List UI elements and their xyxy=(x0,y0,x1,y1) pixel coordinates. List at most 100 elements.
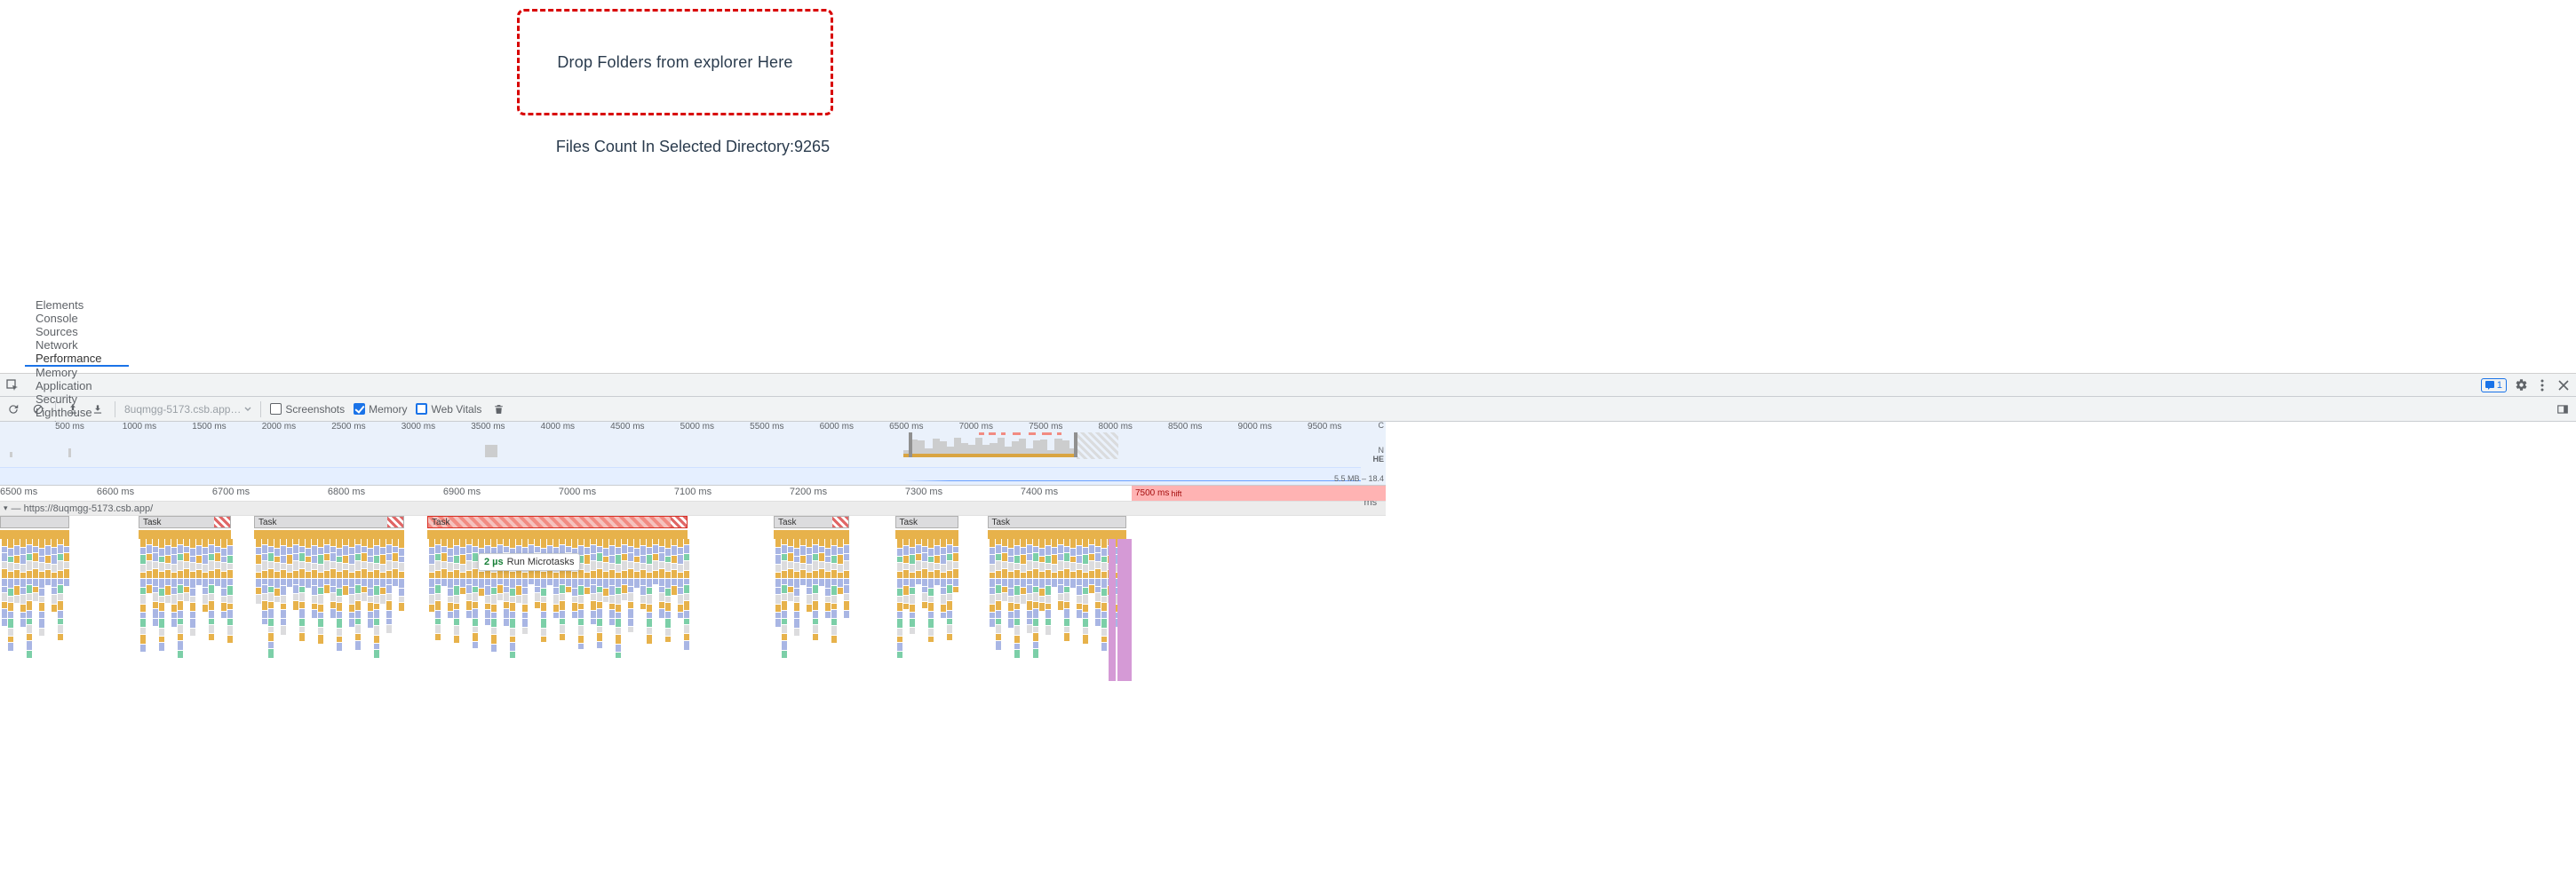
task-segment[interactable]: Task xyxy=(139,516,231,528)
flame-column[interactable] xyxy=(788,539,793,602)
flame-column[interactable] xyxy=(312,539,317,619)
flame-column[interactable] xyxy=(184,539,189,602)
flame-column[interactable] xyxy=(374,539,379,659)
flame-column[interactable] xyxy=(45,539,51,586)
profile-source-dropdown[interactable]: 8uqmgg-5173.csb.app… xyxy=(124,403,251,416)
flame-column[interactable] xyxy=(299,539,305,642)
tab-console[interactable]: Console xyxy=(25,312,129,325)
flame-column[interactable] xyxy=(380,539,386,605)
flame-column[interactable] xyxy=(355,539,361,651)
flame-column[interactable] xyxy=(268,539,274,659)
tab-elements[interactable]: Elements xyxy=(25,298,129,312)
tab-security[interactable]: Security xyxy=(25,392,129,406)
flame-column[interactable] xyxy=(634,539,640,589)
scripting-bar[interactable] xyxy=(988,530,1126,539)
flame-column[interactable] xyxy=(678,539,683,619)
flame-column[interactable] xyxy=(14,539,20,604)
flame-column[interactable] xyxy=(435,539,441,641)
flame-column[interactable] xyxy=(1039,539,1045,612)
flame-column[interactable] xyxy=(1052,539,1057,588)
flame-column[interactable] xyxy=(159,539,164,652)
task-segment[interactable]: Task xyxy=(427,516,688,528)
flame-column[interactable] xyxy=(819,539,824,587)
flame-column[interactable] xyxy=(20,539,26,628)
flame-column[interactable] xyxy=(262,539,267,625)
flame-column[interactable] xyxy=(996,539,1001,651)
flame-column[interactable] xyxy=(910,539,915,635)
flame-column[interactable] xyxy=(504,539,509,627)
overview-timeline[interactable]: C N HE 5.5 MB – 18.4 500 ms1000 ms1500 m… xyxy=(0,422,1386,486)
flame-column[interactable] xyxy=(171,539,177,628)
flame-column[interactable] xyxy=(1077,539,1082,619)
flame-column[interactable] xyxy=(287,539,292,588)
flame-column[interactable] xyxy=(429,539,434,613)
flame-column[interactable] xyxy=(274,539,280,603)
scripting-bar[interactable] xyxy=(895,530,959,539)
flame-column[interactable] xyxy=(27,539,32,659)
flame-column[interactable] xyxy=(794,539,799,637)
scripting-bar[interactable] xyxy=(774,530,849,539)
flame-column[interactable] xyxy=(349,539,354,628)
flame-column[interactable] xyxy=(485,539,490,626)
flame-column[interactable] xyxy=(922,539,927,609)
flame-column[interactable] xyxy=(1070,539,1076,589)
flame-column[interactable] xyxy=(897,539,902,659)
flame-column[interactable] xyxy=(441,539,447,587)
flame-column[interactable] xyxy=(1046,539,1051,636)
flame-column[interactable] xyxy=(39,539,44,637)
console-messages-badge[interactable]: 1 xyxy=(2481,378,2507,392)
flame-column[interactable] xyxy=(386,539,392,634)
flame-column[interactable] xyxy=(153,539,158,627)
flame-column[interactable] xyxy=(190,539,195,637)
memory-checkbox[interactable]: Memory xyxy=(354,403,407,416)
flame-column[interactable] xyxy=(553,539,559,619)
flame-column[interactable] xyxy=(659,539,664,619)
flame-column[interactable] xyxy=(825,539,831,619)
flame-column[interactable] xyxy=(1021,539,1026,605)
tab-performance[interactable]: Performance xyxy=(25,352,129,367)
flame-column[interactable] xyxy=(603,539,608,603)
flame-column[interactable] xyxy=(1125,539,1132,681)
flame-column[interactable] xyxy=(64,539,69,587)
task-segment[interactable] xyxy=(0,516,69,528)
scripting-bar[interactable] xyxy=(0,530,69,539)
flame-column[interactable] xyxy=(2,539,7,627)
flame-column[interactable] xyxy=(1027,539,1032,634)
flame-column[interactable] xyxy=(1008,539,1014,629)
flame-column[interactable] xyxy=(324,539,330,594)
flame-column[interactable] xyxy=(1117,539,1125,681)
flame-column[interactable] xyxy=(640,539,646,610)
flame-column[interactable] xyxy=(844,539,849,619)
settings-gear-icon[interactable] xyxy=(2514,378,2528,392)
flame-column[interactable] xyxy=(616,539,621,659)
flame-column[interactable] xyxy=(1101,539,1107,652)
flame-column[interactable] xyxy=(368,539,373,629)
flame-column[interactable] xyxy=(800,539,806,586)
flame-column[interactable] xyxy=(215,539,220,587)
flame-column[interactable] xyxy=(330,539,336,619)
flame-column[interactable] xyxy=(928,539,934,643)
flame-column[interactable] xyxy=(460,539,465,595)
flame-column[interactable] xyxy=(221,539,227,619)
screenshots-checkbox[interactable]: Screenshots xyxy=(270,403,345,416)
flame-column[interactable] xyxy=(209,539,214,641)
flame-column[interactable] xyxy=(934,539,940,586)
flame-column[interactable] xyxy=(306,539,311,589)
tab-lighthouse[interactable]: Lighthouse xyxy=(25,406,129,419)
flame-column[interactable] xyxy=(941,539,946,619)
flame-column[interactable] xyxy=(535,539,540,609)
flame-column[interactable] xyxy=(609,539,615,626)
tab-application[interactable]: Application xyxy=(25,379,129,392)
flame-column[interactable] xyxy=(343,539,348,596)
flame-column[interactable] xyxy=(516,539,521,604)
flame-column[interactable] xyxy=(584,539,590,595)
task-segment[interactable]: Task xyxy=(254,516,404,528)
flame-column[interactable] xyxy=(8,539,13,652)
more-options-icon[interactable] xyxy=(2535,378,2549,392)
flame-column[interactable] xyxy=(140,539,146,653)
flame-column[interactable] xyxy=(165,539,171,604)
flame-column[interactable] xyxy=(318,539,323,645)
flame-column[interactable] xyxy=(597,539,602,649)
flame-column[interactable] xyxy=(831,539,837,644)
flame-column[interactable] xyxy=(337,539,342,652)
